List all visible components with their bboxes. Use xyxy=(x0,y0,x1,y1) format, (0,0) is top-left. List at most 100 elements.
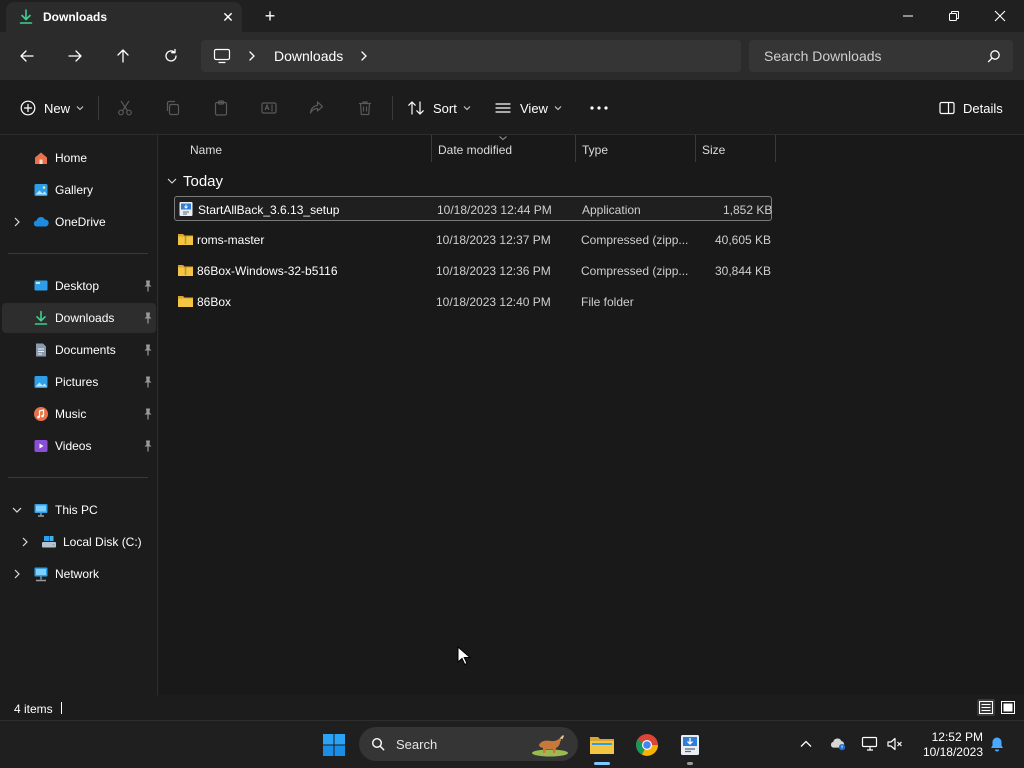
tray-onedrive[interactable] xyxy=(829,735,847,753)
list-view-icon xyxy=(495,103,511,113)
zip-folder-icon xyxy=(178,234,193,245)
sidebar-item-local-disk[interactable]: Local Disk (C:) xyxy=(2,527,156,557)
column-header-type[interactable]: Type xyxy=(576,135,696,162)
this-pc-icon xyxy=(34,504,48,517)
file-name: 86Box-Windows-32-b5116 xyxy=(197,264,338,278)
file-size: 1,852 KB xyxy=(723,203,773,217)
file-type: Application xyxy=(582,203,641,217)
desktop-icon xyxy=(34,280,48,291)
pin-icon[interactable] xyxy=(142,279,154,293)
taskbar-clock[interactable]: 12:52 PM 10/18/2023 xyxy=(915,730,983,760)
refresh-button[interactable] xyxy=(159,44,183,68)
file-row[interactable]: 86Box 10/18/2023 12:40 PM File folder xyxy=(174,289,772,314)
details-view-button[interactable] xyxy=(977,699,995,716)
close-window-button[interactable] xyxy=(977,0,1023,32)
sidebar-item-this-pc[interactable]: This PC xyxy=(2,495,156,525)
taskbar-search[interactable]: Search xyxy=(359,727,578,761)
taskbar-search-label: Search xyxy=(396,737,438,752)
home-icon xyxy=(35,152,47,164)
rename-button[interactable] xyxy=(260,96,278,120)
search-box[interactable]: Search Downloads xyxy=(749,40,1013,72)
delete-button[interactable] xyxy=(356,96,374,120)
sidebar-item-music[interactable]: Music xyxy=(2,399,156,429)
file-row[interactable]: StartAllBack_3.6.13_setup 10/18/2023 12:… xyxy=(174,196,772,221)
chevron-right-icon[interactable] xyxy=(19,536,31,548)
taskbar: Search 12:52 PM 10/18/2023 xyxy=(0,720,1024,768)
sidebar-item-home[interactable]: Home xyxy=(2,143,156,173)
sidebar-item-onedrive[interactable]: OneDrive xyxy=(2,207,156,237)
search-icon xyxy=(371,737,385,751)
tab-downloads[interactable]: Downloads ✕ xyxy=(6,2,242,32)
start-button[interactable] xyxy=(318,729,350,761)
sidebar-item-documents[interactable]: Documents xyxy=(2,335,156,365)
clock-date: 10/18/2023 xyxy=(922,745,983,759)
pin-icon[interactable] xyxy=(142,375,154,389)
up-button[interactable] xyxy=(111,44,135,68)
status-bar: 4 items xyxy=(0,695,1024,720)
new-button[interactable]: New xyxy=(20,96,84,120)
sidebar-divider xyxy=(8,477,148,478)
paste-button[interactable] xyxy=(212,96,230,120)
cut-button[interactable] xyxy=(116,96,134,120)
file-row[interactable]: roms-master 10/18/2023 12:37 PM Compress… xyxy=(174,227,772,252)
more-options-button[interactable] xyxy=(589,96,609,120)
item-count: 4 items xyxy=(14,702,53,716)
pin-icon[interactable] xyxy=(142,311,154,325)
command-bar: New Sort View Details xyxy=(0,80,1024,135)
file-row[interactable]: 86Box-Windows-32-b5116 10/18/2023 12:36 … xyxy=(174,258,772,283)
copy-button[interactable] xyxy=(164,96,182,120)
group-header-today[interactable]: Today xyxy=(167,171,223,191)
column-header-name[interactable]: Name xyxy=(184,135,432,162)
pin-icon[interactable] xyxy=(142,343,154,357)
trash-icon xyxy=(359,101,371,116)
taskbar-chrome[interactable] xyxy=(631,729,663,761)
new-tab-button[interactable]: + xyxy=(259,5,281,27)
sidebar-item-network[interactable]: Network xyxy=(2,559,156,589)
breadcrumb-downloads[interactable]: Downloads xyxy=(274,48,343,64)
file-type: Compressed (zipp... xyxy=(581,233,689,247)
details-pane-button[interactable]: Details xyxy=(939,96,1003,120)
onedrive-icon xyxy=(33,217,49,227)
back-button[interactable] xyxy=(15,44,39,68)
tab-close-button[interactable]: ✕ xyxy=(220,8,236,26)
taskbar-installer[interactable] xyxy=(674,729,706,761)
chevron-down-icon xyxy=(167,178,177,184)
large-icons-view-button[interactable] xyxy=(999,699,1017,716)
minimize-button[interactable] xyxy=(885,0,931,32)
address-bar[interactable]: Downloads xyxy=(201,40,741,72)
sidebar-item-label: Documents xyxy=(55,343,116,357)
sidebar-item-videos[interactable]: Videos xyxy=(2,431,156,461)
tray-volume[interactable] xyxy=(886,735,904,753)
plus-circle-icon xyxy=(20,100,36,116)
sidebar-item-label: Home xyxy=(55,151,88,165)
show-hidden-icons-button[interactable] xyxy=(797,735,815,753)
share-button[interactable] xyxy=(308,96,326,120)
chevron-down-icon[interactable] xyxy=(11,504,23,516)
status-divider xyxy=(61,702,62,714)
pin-icon[interactable] xyxy=(142,407,154,421)
sort-icon xyxy=(408,101,424,115)
chevron-right-icon[interactable] xyxy=(11,216,23,228)
bell-icon xyxy=(991,737,1003,752)
group-label: Today xyxy=(183,172,224,190)
chevron-right-icon[interactable] xyxy=(11,568,23,580)
view-button[interactable]: View xyxy=(494,96,562,120)
taskbar-file-explorer[interactable] xyxy=(586,729,618,761)
tray-network[interactable] xyxy=(861,735,879,753)
restore-button[interactable] xyxy=(931,0,977,32)
minimize-icon xyxy=(903,15,913,17)
column-header-date-modified[interactable]: Date modified xyxy=(432,135,576,162)
chrome-icon xyxy=(636,734,658,756)
sidebar-item-gallery[interactable]: Gallery xyxy=(2,175,156,205)
sidebar-item-downloads[interactable]: Downloads xyxy=(2,303,156,333)
file-explorer-icon xyxy=(590,737,614,754)
sort-button[interactable]: Sort xyxy=(407,96,471,120)
forward-button[interactable] xyxy=(63,44,87,68)
notifications-button[interactable] xyxy=(988,735,1006,753)
sidebar-item-desktop[interactable]: Desktop xyxy=(2,271,156,301)
running-app-indicator xyxy=(687,762,693,765)
chevron-right-icon[interactable] xyxy=(358,48,370,64)
sidebar-item-pictures[interactable]: Pictures xyxy=(2,367,156,397)
pin-icon[interactable] xyxy=(142,439,154,453)
column-header-size[interactable]: Size xyxy=(696,135,776,162)
